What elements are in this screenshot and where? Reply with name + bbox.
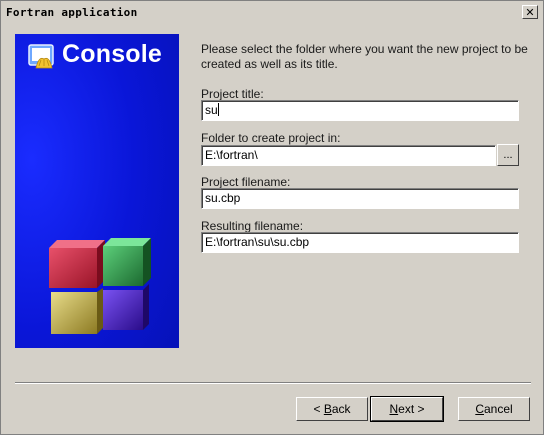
folder-label: Folder to create project in:	[201, 131, 341, 145]
cancel-button-rest: ancel	[483, 402, 513, 416]
wizard-instructions: Please select the folder where you want …	[201, 42, 528, 71]
project-title-input[interactable]: su	[201, 100, 519, 121]
resulting-filename-label: Resulting filename:	[201, 219, 304, 233]
project-filename-input[interactable]: su.cbp	[201, 188, 519, 209]
button-separator	[15, 382, 531, 384]
project-title-label: Project title:	[201, 87, 264, 101]
codeblocks-cubes-logo	[49, 238, 151, 334]
resulting-filename-input[interactable]: E:\fortran\su\su.cbp	[201, 232, 519, 253]
title-bar[interactable]: Fortran application ✕	[2, 2, 542, 23]
project-filename-label: Project filename:	[201, 175, 291, 189]
browse-button-label: ...	[503, 149, 513, 161]
back-button-prefix: <	[313, 402, 324, 416]
cancel-button-accel: C	[475, 402, 484, 416]
next-button-accel: N	[389, 402, 399, 416]
project-filename-value: su.cbp	[205, 191, 241, 205]
wizard-dialog: Fortran application ✕ Console Please sel…	[0, 0, 544, 435]
browse-folder-button[interactable]: ...	[497, 144, 519, 166]
next-button[interactable]: Next >	[370, 396, 444, 422]
project-title-value: su	[205, 103, 218, 117]
back-button[interactable]: < Back	[296, 397, 368, 421]
text-caret	[217, 103, 219, 116]
close-button[interactable]: ✕	[522, 5, 538, 19]
console-app-icon	[28, 44, 54, 69]
next-button-rest: ext >	[398, 402, 425, 416]
window-title: Fortran application	[6, 6, 138, 19]
resulting-filename-value: E:\fortran\su\su.cbp	[205, 235, 310, 249]
wizard-side-banner: Console	[15, 34, 179, 348]
back-button-rest: ack	[331, 402, 351, 416]
folder-input[interactable]: E:\fortran\	[201, 145, 496, 166]
close-icon: ✕	[525, 5, 535, 19]
cancel-button[interactable]: Cancel	[458, 397, 530, 421]
back-button-accel: B	[323, 402, 332, 416]
banner-title: Console	[62, 40, 163, 68]
folder-value: E:\fortran\	[205, 148, 258, 162]
